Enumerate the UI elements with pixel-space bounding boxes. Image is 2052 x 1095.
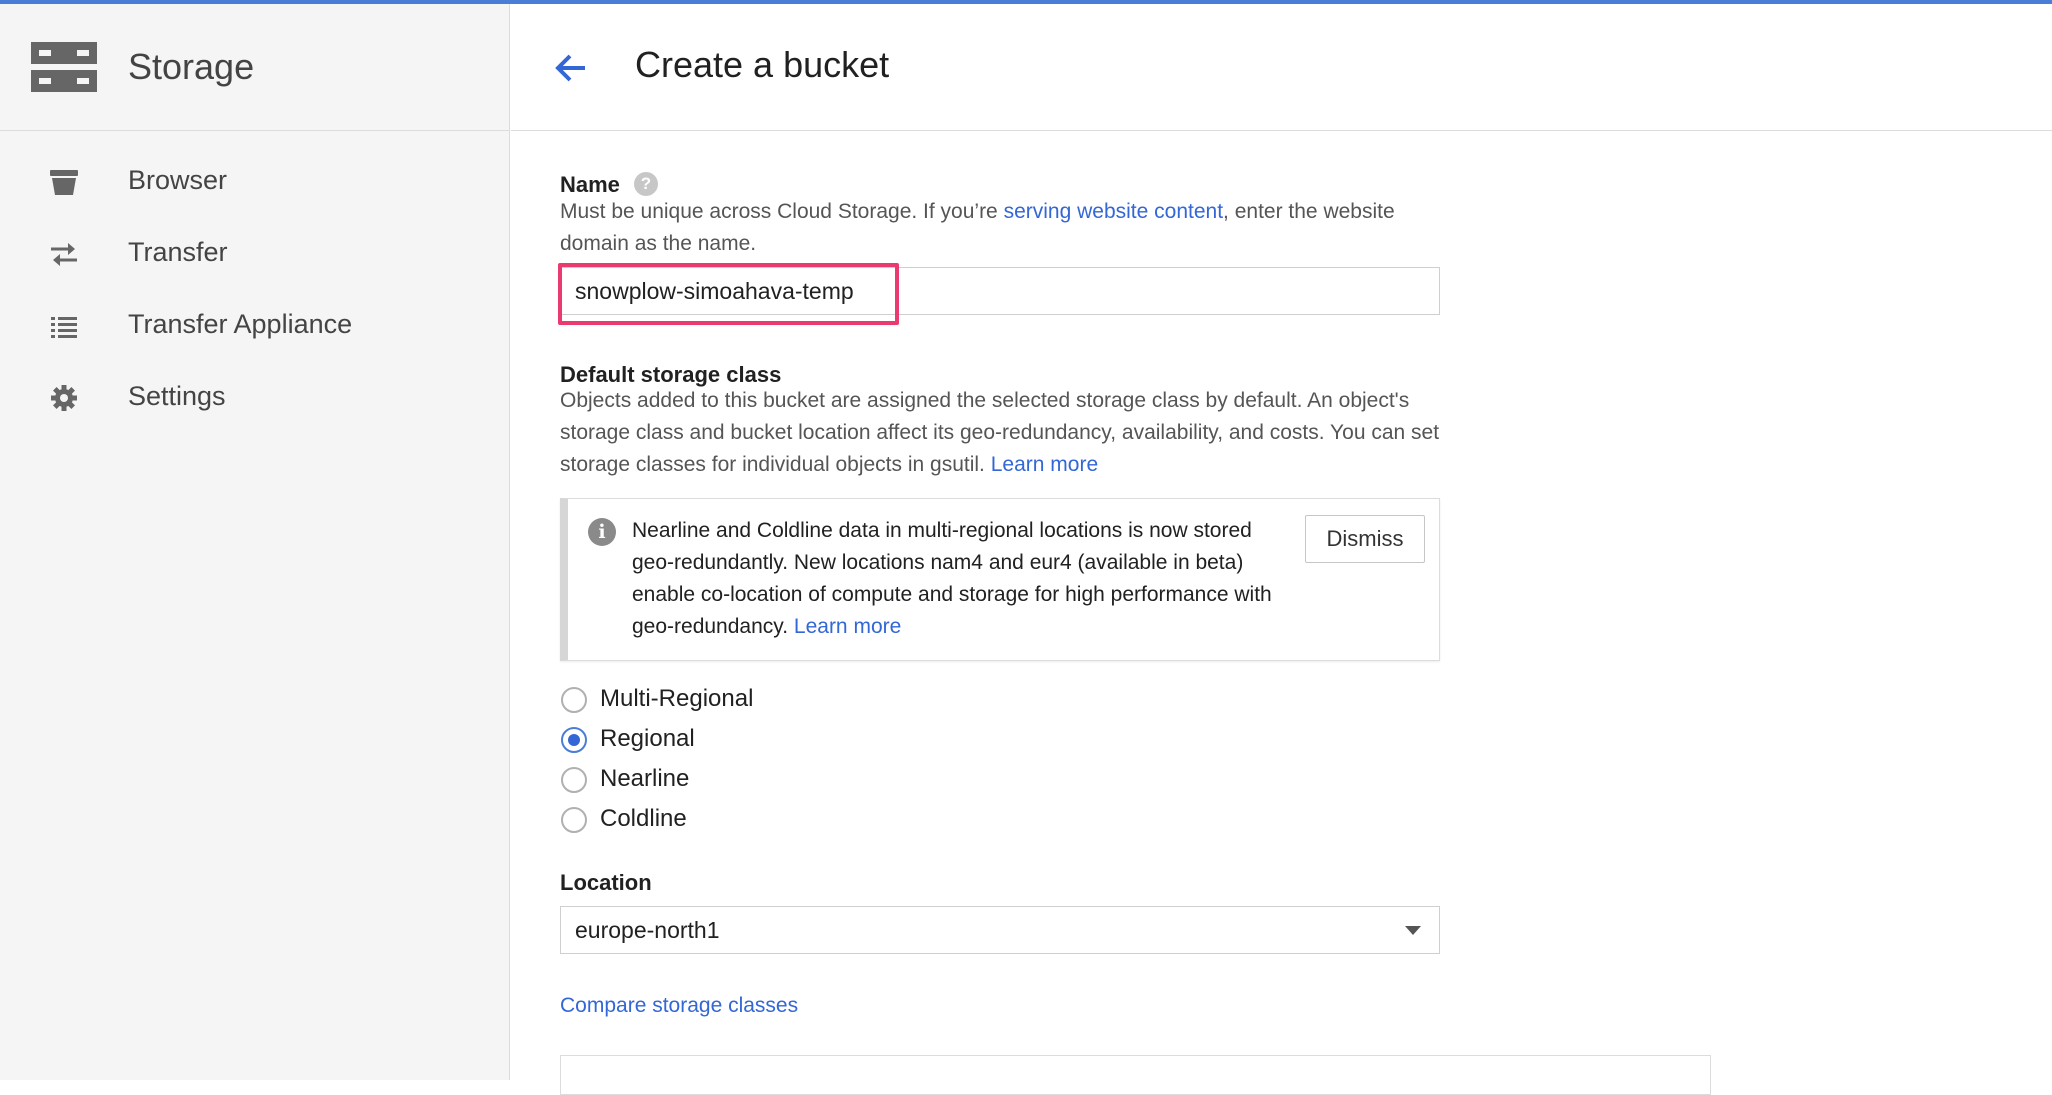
sidebar: Storage Browser Transfer Transfer Applia… [0,4,510,1080]
radio-button[interactable] [561,807,587,833]
sidebar-item-label: Transfer [128,237,228,267]
name-label: Name [560,172,620,197]
list-icon [51,317,77,338]
location-value: europe-north1 [575,917,720,943]
name-description: Must be unique across Cloud Storage. If … [560,196,1440,260]
geo-redundancy-notice: i Nearline and Coldline data in multi-re… [560,498,1440,661]
notice-body: Nearline and Coldline data in multi-regi… [632,519,1272,638]
location-label: Location [560,870,652,895]
page-header: Create a bucket [511,4,2052,131]
arrow-back-icon[interactable] [551,48,591,88]
radio-label: Coldline [600,805,687,832]
transfer-arrows-icon [51,243,77,266]
highlight-annotation [558,263,899,325]
sidebar-item-label: Settings [128,381,226,411]
sidebar-item-settings[interactable]: Settings [0,368,509,428]
sidebar-item-transfer[interactable]: Transfer [0,224,509,284]
sidebar-item-transfer-appliance[interactable]: Transfer Appliance [0,296,509,356]
location-select[interactable]: europe-north1 [560,906,1440,954]
sidebar-item-label: Transfer Appliance [128,309,353,339]
dropdown-arrow-icon [1405,926,1421,935]
name-desc-text: Must be unique across Cloud Storage. If … [560,200,1004,223]
notice-learn-more-link[interactable]: Learn more [794,615,901,638]
radio-label: Regional [600,725,695,752]
sidebar-title: Storage [128,46,255,87]
sidebar-item-browser[interactable]: Browser [0,152,509,212]
notice-text: Nearline and Coldline data in multi-regi… [632,515,1272,643]
next-section-panel [560,1055,1711,1095]
storage-class-description: Objects added to this bucket are assigne… [560,385,1440,481]
sidebar-header: Storage [0,4,509,131]
serving-website-content-link[interactable]: serving website content [1004,200,1223,223]
bucket-icon [50,170,78,195]
dismiss-button[interactable]: Dismiss [1305,515,1425,563]
compare-storage-classes-link[interactable]: Compare storage classes [560,994,798,1018]
radio-label: Nearline [600,765,690,792]
radio-label: Multi-Regional [600,685,754,712]
radio-button[interactable] [561,767,587,793]
radio-button[interactable] [561,727,587,753]
page-title: Create a bucket [635,44,890,85]
radio-button[interactable] [561,687,587,713]
info-icon: i [588,518,616,546]
learn-more-link[interactable]: Learn more [991,453,1098,476]
sidebar-item-label: Browser [128,165,228,195]
gear-icon [51,385,77,411]
help-icon[interactable]: ? [634,172,658,196]
storage-icon [31,42,97,92]
